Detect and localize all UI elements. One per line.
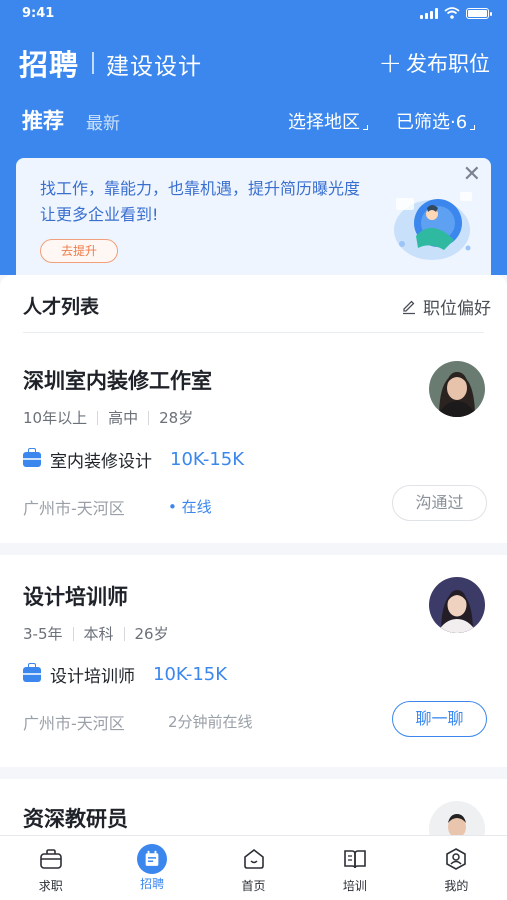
banner-illustration xyxy=(394,192,472,260)
avatar[interactable] xyxy=(429,577,485,633)
title-divider xyxy=(92,52,94,74)
separator xyxy=(72,626,74,641)
list-header: 人才列表 职位偏好 xyxy=(0,275,507,333)
age: 28岁 xyxy=(159,409,194,427)
salary: 10K-15K xyxy=(170,449,245,470)
plus-icon: + xyxy=(378,46,402,79)
avatar[interactable] xyxy=(429,801,485,835)
briefcase-icon xyxy=(23,663,41,682)
title-row: 招聘 建设设计 + 发布职位 xyxy=(0,40,507,84)
selected-filter[interactable]: 已筛选·6 xyxy=(396,108,476,134)
chat-button[interactable]: 聊一聊 xyxy=(392,701,487,737)
tab-home[interactable]: 首页 xyxy=(203,836,304,900)
category-selector[interactable]: 建设设计 xyxy=(106,47,202,81)
boost-button[interactable]: 去提升 xyxy=(40,239,118,263)
tab-recruit[interactable]: 招聘 xyxy=(101,836,202,900)
status-icons xyxy=(420,7,492,19)
online-status: • 在线 xyxy=(168,498,212,516)
age: 26岁 xyxy=(134,625,169,643)
list-title: 人才列表 xyxy=(23,296,100,318)
location: 广州市-天河区 xyxy=(23,714,125,733)
corner-arrow-icon xyxy=(470,125,476,130)
home-icon xyxy=(243,848,264,869)
job-name: 设计培训师 xyxy=(50,667,135,687)
separator xyxy=(123,626,125,641)
post-job-button[interactable]: + 发布职位 xyxy=(379,48,490,78)
signal-icon xyxy=(420,7,438,19)
tab-recommended[interactable]: 推荐 xyxy=(22,105,64,135)
experience: 3-5年 xyxy=(23,625,63,643)
candidate-title: 深圳室内装修工作室 xyxy=(23,369,212,393)
briefcase-icon xyxy=(23,448,41,467)
wifi-icon xyxy=(444,7,460,19)
education: 高中 xyxy=(108,409,139,427)
battery-icon xyxy=(466,7,492,19)
location: 广州市-天河区 xyxy=(23,499,125,518)
avatar[interactable] xyxy=(429,361,485,417)
tab-label: 求职 xyxy=(38,879,63,893)
page-title: 招聘 xyxy=(19,48,80,82)
selected-filter-label: 已筛选·6 xyxy=(396,112,468,133)
job-preference-button[interactable]: 职位偏好 xyxy=(401,294,491,319)
avatar-photo xyxy=(429,801,485,835)
separator xyxy=(97,410,99,425)
job-intent: 设计培训师 10K-15K xyxy=(23,662,227,687)
tab-label: 我的 xyxy=(444,879,469,893)
region-filter-label: 选择地区 xyxy=(288,112,360,133)
edit-icon xyxy=(403,300,415,314)
tab-label: 招聘 xyxy=(140,877,165,891)
tab-profile[interactable]: 我的 xyxy=(406,836,507,900)
card-gap xyxy=(0,767,507,779)
tab-training[interactable]: 培训 xyxy=(304,836,405,900)
talent-card[interactable]: 深圳室内装修工作室 10年以上 高中 28岁 室内装修设计 10K-15K 广州… xyxy=(0,333,507,543)
bottom-tab-bar: 求职 招聘 首页 培训 我的 xyxy=(0,835,507,900)
recruit-icon xyxy=(137,844,168,874)
job-preference-label: 职位偏好 xyxy=(423,299,491,319)
status-bar: 9:41 xyxy=(0,0,507,30)
status-time: 9:41 xyxy=(22,6,55,21)
tab-job-seeking[interactable]: 求职 xyxy=(0,836,101,900)
briefcase-icon xyxy=(39,849,62,869)
tab-label: 培训 xyxy=(342,879,367,893)
talent-list: 人才列表 职位偏好 深圳室内装修工作室 10年以上 高中 28岁 室内装修设计 … xyxy=(0,275,507,835)
book-icon xyxy=(344,850,366,869)
candidate-meta: 10年以上 高中 28岁 xyxy=(23,407,193,428)
region-filter[interactable]: 选择地区 xyxy=(288,108,368,134)
experience: 10年以上 xyxy=(23,409,88,427)
banner-text: 找工作，靠能力，也靠机遇，提升简历曝光度让更多企业看到! xyxy=(40,179,361,224)
job-name: 室内装修设计 xyxy=(50,452,152,472)
card-gap xyxy=(0,543,507,555)
job-intent: 室内装修设计 10K-15K xyxy=(23,447,244,472)
avatar-photo xyxy=(429,361,485,417)
candidate-title: 设计培训师 xyxy=(23,585,128,609)
candidate-title: 资深教研员 xyxy=(23,807,128,831)
separator xyxy=(148,410,150,425)
salary: 10K-15K xyxy=(153,664,228,685)
filter-row: 推荐 最新 选择地区 已筛选·6 xyxy=(0,105,507,139)
talent-card[interactable]: 资深教研员 xyxy=(0,779,507,835)
tab-label: 首页 xyxy=(241,879,266,893)
contacted-button[interactable]: 沟通过 xyxy=(392,485,487,521)
avatar-photo xyxy=(429,577,485,633)
profile-icon xyxy=(446,848,467,870)
corner-arrow-icon xyxy=(363,125,368,130)
candidate-meta: 3-5年 本科 26岁 xyxy=(23,623,169,644)
tab-latest[interactable]: 最新 xyxy=(86,109,120,134)
talent-card[interactable]: 设计培训师 3-5年 本科 26岁 设计培训师 10K-15K 广州市-天河区 … xyxy=(0,555,507,767)
post-job-label: 发布职位 xyxy=(406,52,490,76)
online-status: 2分钟前在线 xyxy=(168,713,253,731)
education: 本科 xyxy=(83,625,114,643)
